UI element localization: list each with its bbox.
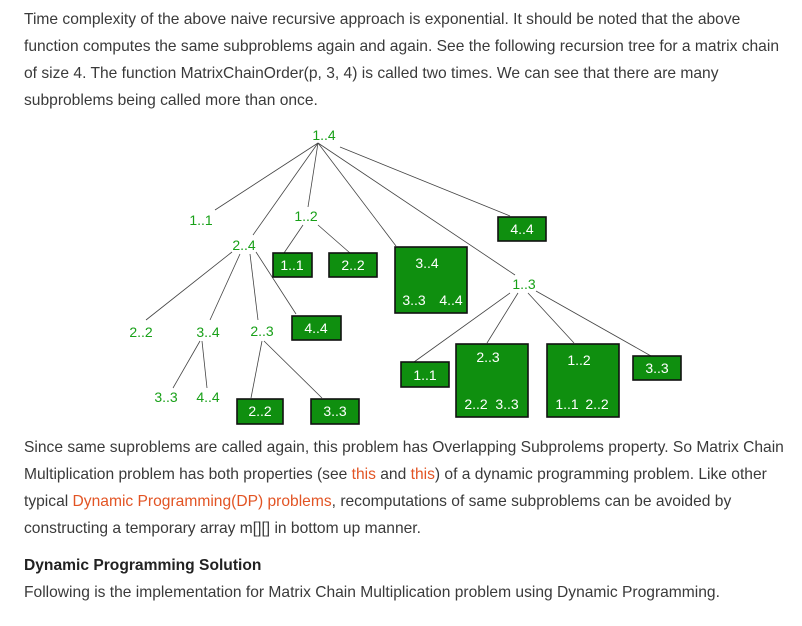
edge — [535, 290, 652, 357]
edge — [249, 253, 259, 321]
edge — [263, 340, 323, 399]
edge — [209, 253, 241, 321]
node-3-3-leaf: 3..3 — [154, 389, 178, 405]
node-2-2-right-inner: 2..2 — [585, 396, 609, 412]
edge — [486, 292, 519, 344]
node-4-4-top: 4..4 — [510, 221, 534, 237]
edge — [564, 368, 578, 394]
edge — [214, 142, 319, 211]
node-2-2-right: 2..2 — [464, 396, 488, 412]
edge — [317, 142, 397, 247]
edge — [413, 271, 426, 291]
node-1-1-sub: 1..1 — [280, 257, 304, 273]
edge — [424, 271, 443, 291]
node-4-4-box: 4..4 — [439, 292, 463, 308]
node-box-1-2-right — [546, 343, 620, 418]
node-2-2-left: 2..2 — [129, 324, 153, 340]
edge — [527, 292, 575, 344]
node-3-3-right: 3..3 — [495, 396, 519, 412]
this-link-1[interactable]: this — [352, 466, 376, 483]
edge — [250, 340, 263, 399]
this-link-2[interactable]: this — [411, 466, 435, 483]
node-2-4: 2..4 — [232, 237, 256, 253]
node-root: 1..4 — [312, 127, 336, 143]
node-box-1-1-right — [400, 361, 450, 388]
edge — [475, 365, 487, 394]
node-1-2-right: 1..2 — [567, 352, 591, 368]
overlap-text-b: and — [375, 466, 411, 483]
edge — [145, 251, 233, 321]
edge — [413, 292, 511, 363]
node-box-2-3-right — [455, 343, 529, 418]
node-2-2-sub: 2..2 — [341, 257, 365, 273]
node-box-2-2-bottom — [236, 398, 284, 425]
overlap-paragraph: Since same suproblems are called again, … — [24, 434, 784, 542]
edge — [578, 368, 595, 394]
node-3-4-left: 3..4 — [196, 324, 220, 340]
edge — [317, 142, 516, 276]
node-3-3-far-right: 3..3 — [645, 360, 669, 376]
edge — [307, 142, 319, 208]
node-box-3-4 — [394, 246, 468, 314]
node-box-3-3-bottom — [310, 398, 360, 425]
node-box-4-4-left — [291, 315, 342, 341]
node-1-1: 1..1 — [189, 212, 213, 228]
node-4-4-left: 4..4 — [304, 320, 328, 336]
node-3-4-box: 3..4 — [415, 255, 439, 271]
edge — [489, 365, 507, 394]
intro-paragraph: Time complexity of the above naive recur… — [24, 11, 779, 109]
dp-problems-link[interactable]: Dynamic Programming(DP) problems — [73, 493, 332, 510]
node-3-3-bottom: 3..3 — [323, 403, 347, 419]
edge — [339, 146, 511, 217]
node-2-3-right: 2..3 — [476, 349, 500, 365]
node-4-4-leaf: 4..4 — [196, 389, 220, 405]
node-3-3-box: 3..3 — [402, 292, 426, 308]
section-paragraph: Following is the implementation for Matr… — [24, 584, 720, 601]
edge — [317, 224, 351, 254]
node-2-2-bottom: 2..2 — [248, 403, 272, 419]
edge — [283, 224, 304, 254]
section-heading: Dynamic Programming Solution — [24, 557, 262, 574]
edge — [201, 340, 208, 389]
edge — [252, 142, 319, 236]
node-1-1-right: 1..1 — [413, 367, 437, 383]
node-box-4-4-top — [497, 216, 547, 242]
node-1-3: 1..3 — [512, 276, 536, 292]
node-1-1-right-inner: 1..1 — [555, 396, 579, 412]
node-box-1-1 — [272, 252, 313, 278]
node-2-3-left: 2..3 — [250, 323, 274, 339]
node-box-3-3-right — [632, 355, 682, 381]
edge — [255, 251, 297, 315]
edge — [172, 340, 201, 389]
node-1-2: 1..2 — [294, 208, 318, 224]
node-box-2-2 — [328, 252, 378, 278]
